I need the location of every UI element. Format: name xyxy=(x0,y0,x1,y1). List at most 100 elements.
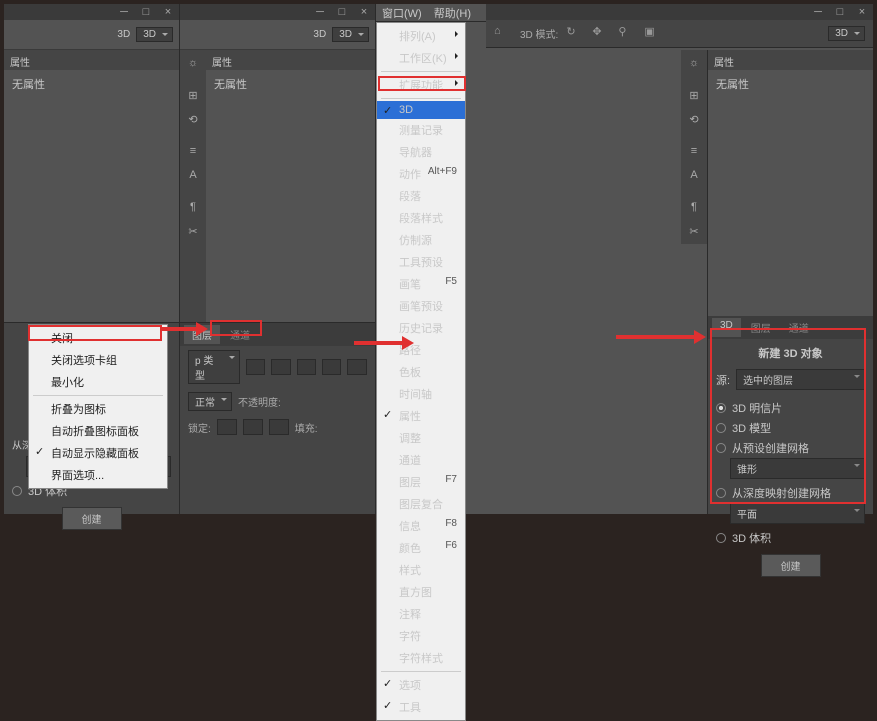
tool-icon[interactable]: ≡ xyxy=(182,140,204,162)
properties-header: 属性 xyxy=(206,50,375,70)
window-menu-item[interactable]: 色板 xyxy=(377,361,465,383)
window-menu-item[interactable]: 信息F8 xyxy=(377,515,465,537)
window-menu-item[interactable]: 颜色F6 xyxy=(377,537,465,559)
radio-preset-mesh[interactable]: 从预设创建网格 xyxy=(708,438,873,458)
window-menu-item[interactable]: 排列(A) xyxy=(377,25,465,47)
kind-dropdown[interactable]: p 类型 xyxy=(188,350,240,384)
window-menu-item[interactable]: 调整 xyxy=(377,427,465,449)
filter-icon[interactable] xyxy=(322,359,341,375)
window-menu-item[interactable]: 图层复合 xyxy=(377,493,465,515)
close-button[interactable]: × xyxy=(851,5,873,19)
tool-icon[interactable]: ⊞ xyxy=(683,84,705,106)
minimize-button[interactable]: ─ xyxy=(309,5,331,19)
tab-3d[interactable]: 3D xyxy=(712,318,741,337)
maximize-button[interactable]: □ xyxy=(331,5,353,19)
filter-icon[interactable] xyxy=(271,359,290,375)
window-menu-item[interactable]: 段落 xyxy=(377,185,465,207)
close-button[interactable]: × xyxy=(157,5,179,19)
zoom-icon[interactable]: ⚲ xyxy=(618,25,636,43)
orbit-icon[interactable]: ↻ xyxy=(566,25,584,43)
tool-icon[interactable]: ✂ xyxy=(182,220,204,242)
window-menu-item[interactable]: 注释 xyxy=(377,603,465,625)
tool-icon[interactable]: ☼ xyxy=(182,52,204,74)
window-menu-item[interactable]: 路径 xyxy=(377,339,465,361)
tool-icon[interactable]: ≡ xyxy=(683,140,705,162)
fill-label: 填充: xyxy=(295,420,318,435)
window-menu-item[interactable]: 属性 xyxy=(377,405,465,427)
opacity-label: 不透明度: xyxy=(238,394,281,409)
lock-icon[interactable] xyxy=(269,419,289,435)
blend-mode-dropdown[interactable]: 正常 xyxy=(188,392,232,411)
tab-layers[interactable]: 图层 xyxy=(184,325,220,344)
tool-icon[interactable]: A xyxy=(182,164,204,186)
tool-icon[interactable]: ⟲ xyxy=(182,108,204,130)
window-menu-item[interactable]: 测量记录 xyxy=(377,119,465,141)
tool-icon[interactable]: ⟲ xyxy=(683,108,705,130)
window-menu-item[interactable]: 工具预设 xyxy=(377,251,465,273)
lock-icon[interactable] xyxy=(243,419,263,435)
3d-dropdown[interactable]: 3D xyxy=(136,27,173,42)
window-menu-item[interactable]: 3D xyxy=(377,101,465,119)
context-menu-item[interactable]: 界面选项... xyxy=(29,464,167,486)
tool-icon[interactable]: ¶ xyxy=(182,196,204,218)
tool-icon[interactable]: ⊞ xyxy=(182,84,204,106)
window-menu-item[interactable]: 通道 xyxy=(377,449,465,471)
context-menu-item[interactable]: 最小化 xyxy=(29,371,167,393)
window-menu-item[interactable]: 扩展功能 xyxy=(377,74,465,96)
context-menu-item[interactable]: 自动显示隐藏面板 xyxy=(29,442,167,464)
maximize-button[interactable]: □ xyxy=(829,5,851,19)
window-menu-item[interactable]: 画笔F5 xyxy=(377,273,465,295)
window-menu-item[interactable]: 画笔预设 xyxy=(377,295,465,317)
window-menu-item[interactable]: 仿制源 xyxy=(377,229,465,251)
tool-icon[interactable]: ✂ xyxy=(683,220,705,242)
window-menu-item[interactable]: 时间轴 xyxy=(377,383,465,405)
tab-channels[interactable]: 通道 xyxy=(781,318,817,337)
tab-channels[interactable]: 通道 xyxy=(222,325,258,344)
context-menu-item[interactable]: 关闭 xyxy=(29,327,167,349)
filter-icon[interactable] xyxy=(246,359,265,375)
tab-layers[interactable]: 图层 xyxy=(743,318,779,337)
context-menu-item[interactable]: 自动折叠图标面板 xyxy=(29,420,167,442)
radio-depth-mesh[interactable]: 从深度映射创建网格 xyxy=(708,483,873,503)
menu-help[interactable]: 帮助(H) xyxy=(434,5,471,21)
preset-dropdown[interactable]: 锥形 xyxy=(730,458,865,479)
label-3d: 3D xyxy=(117,29,130,40)
filter-icon[interactable] xyxy=(297,359,316,375)
window-menu-item[interactable]: 历史记录 xyxy=(377,317,465,339)
context-menu-item[interactable]: 关闭选项卡组 xyxy=(29,349,167,371)
radio-postcard[interactable]: 3D 明信片 xyxy=(708,398,873,418)
maximize-button[interactable]: □ xyxy=(135,5,157,19)
minimize-button[interactable]: ─ xyxy=(807,5,829,19)
window-menu-item[interactable]: 字符样式 xyxy=(377,647,465,669)
tool-icon[interactable]: ☼ xyxy=(683,52,705,74)
menu-window[interactable]: 窗口(W) xyxy=(382,5,422,21)
workspace-dropdown[interactable]: 3D xyxy=(828,26,865,41)
window-menu-item[interactable]: 直方图 xyxy=(377,581,465,603)
window-menu-item[interactable]: 工具 xyxy=(377,696,465,718)
lock-icon[interactable] xyxy=(217,419,237,435)
radio-model[interactable]: 3D 模型 xyxy=(708,418,873,438)
tool-icon[interactable]: ¶ xyxy=(683,196,705,218)
home-icon[interactable]: ⌂ xyxy=(494,25,512,43)
create-button[interactable]: 创建 xyxy=(62,507,122,530)
source-dropdown[interactable]: 选中的图层 xyxy=(736,369,865,390)
camera-icon[interactable]: ▣ xyxy=(644,25,662,43)
3d-dropdown[interactable]: 3D xyxy=(332,27,369,42)
window-menu-item[interactable]: 样式 xyxy=(377,559,465,581)
context-menu-item[interactable]: 折叠为图标 xyxy=(29,398,167,420)
filter-icon[interactable] xyxy=(347,359,366,375)
window-menu-item[interactable]: 工作区(K) xyxy=(377,47,465,69)
window-menu-item[interactable]: 字符 xyxy=(377,625,465,647)
tool-icon[interactable]: A xyxy=(683,164,705,186)
create-button[interactable]: 创建 xyxy=(761,554,821,577)
window-menu-item[interactable]: 段落样式 xyxy=(377,207,465,229)
close-button[interactable]: × xyxy=(353,5,375,19)
radio-volume[interactable]: 3D 体积 xyxy=(708,528,873,548)
minimize-button[interactable]: ─ xyxy=(113,5,135,19)
window-menu-item[interactable]: 图层F7 xyxy=(377,471,465,493)
depth-dropdown[interactable]: 平面 xyxy=(730,503,865,524)
window-menu-item[interactable]: 选项 xyxy=(377,674,465,696)
window-menu-item[interactable]: 导航器 xyxy=(377,141,465,163)
window-menu-item[interactable]: 动作Alt+F9 xyxy=(377,163,465,185)
pan-icon[interactable]: ✥ xyxy=(592,25,610,43)
